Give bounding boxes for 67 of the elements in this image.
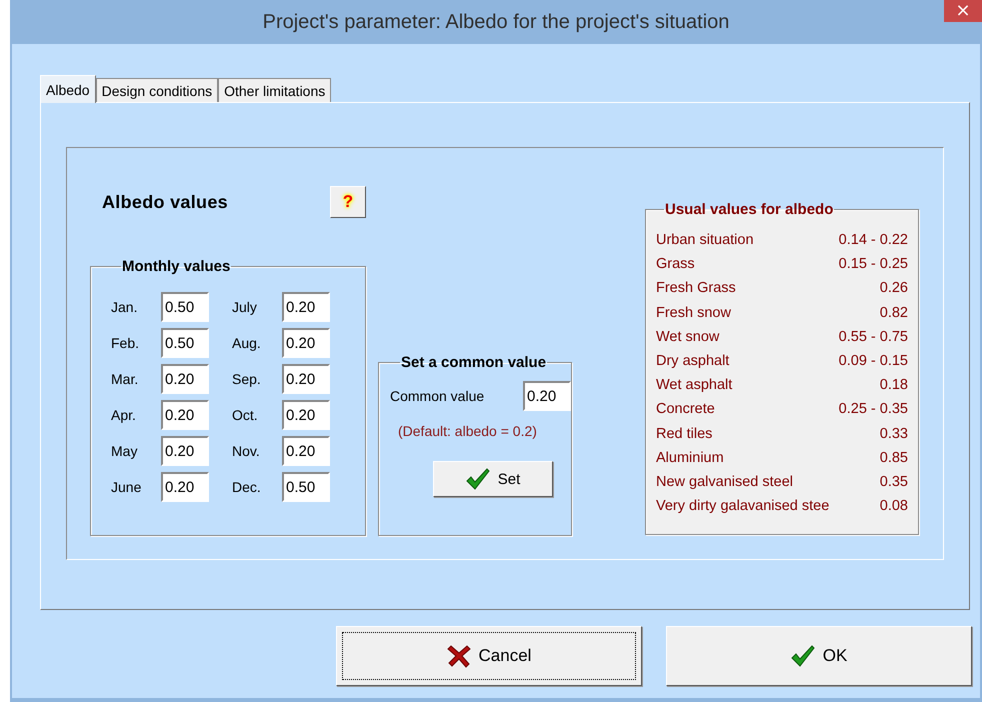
value-field[interactable]: 0.20 <box>282 400 330 430</box>
albedo-value: 0.82 <box>880 304 908 321</box>
albedo-value: 0.18 <box>880 377 908 394</box>
value-field[interactable]: 0.20 <box>161 364 209 394</box>
material-name: Concrete <box>656 401 715 418</box>
albedo-value: 0.55 - 0.75 <box>838 328 908 345</box>
close-button[interactable]: × <box>944 0 982 22</box>
tab[interactable]: Other limitations <box>218 78 332 102</box>
value-field[interactable]: 0.50 <box>161 328 209 358</box>
material-name: Dry asphalt <box>656 353 730 370</box>
albedo-value: 0.35 <box>880 474 908 490</box>
albedo-value: 0.33 <box>880 426 908 442</box>
month-label: Dec. <box>232 479 262 495</box>
help-button[interactable]: ? <box>330 186 366 218</box>
material-name: Fresh snow <box>656 304 731 321</box>
material-name: Very dirty galavanised stee <box>656 498 830 514</box>
ok-button[interactable]: OK <box>666 626 972 686</box>
material-name: Grass <box>656 256 695 272</box>
month-label: Sep. <box>232 371 262 387</box>
group-title: Set a common value <box>400 354 548 371</box>
albedo-value: 0.26 <box>880 280 908 296</box>
albedo-value: 0.15 - 0.25 <box>838 256 908 272</box>
default-note: (Default: albedo = 0.2) <box>398 423 538 439</box>
material-name: Aluminium <box>656 450 724 466</box>
month-label: Jan. <box>111 299 138 315</box>
month-label: Mar. <box>111 371 140 387</box>
group-title: Usual values for albedo <box>664 201 834 218</box>
month-label: Nov. <box>232 443 261 459</box>
tab[interactable]: Albedo <box>40 75 96 103</box>
value-field[interactable]: 0.20 <box>161 472 209 502</box>
value-field[interactable]: 0.20 <box>161 400 209 430</box>
material-name: Wet snow <box>656 328 720 345</box>
checkmark-icon <box>466 467 490 491</box>
common-value-field[interactable]: 0.20 <box>523 381 571 411</box>
value-field[interactable]: 0.20 <box>161 436 209 466</box>
albedo-value: 0.08 <box>880 498 908 514</box>
section-title: Albedo values <box>102 192 229 212</box>
checkmark-icon <box>790 644 815 668</box>
field-label: Common value <box>390 388 486 404</box>
material-name: Urban situation <box>656 232 754 248</box>
material-name: Wet asphalt <box>656 377 732 394</box>
window-title: Project's parameter: Albedo for the project's situation <box>262 10 730 34</box>
material-name: Fresh Grass <box>656 280 736 296</box>
set-button[interactable]: Set <box>433 461 553 497</box>
month-label: Apr. <box>111 407 137 423</box>
value-field[interactable]: 0.20 <box>282 292 330 322</box>
value-field[interactable]: 0.50 <box>161 292 209 322</box>
month-label: Feb. <box>111 335 140 351</box>
month-label: Oct. <box>232 407 259 423</box>
value-field[interactable]: 0.50 <box>282 472 330 502</box>
month-label: June <box>111 479 142 495</box>
group-title: Monthly values <box>121 258 232 275</box>
albedo-value: 0.14 - 0.22 <box>838 232 908 248</box>
material-name: New galvanised steel <box>656 474 794 490</box>
month-label: May <box>111 443 138 459</box>
month-label: July <box>232 299 258 315</box>
cross-icon <box>446 644 471 668</box>
material-name: Red tiles <box>656 426 712 442</box>
value-field[interactable]: 0.20 <box>282 436 330 466</box>
albedo-value: 0.25 - 0.35 <box>838 401 908 418</box>
albedo-value: 0.09 - 0.15 <box>838 353 908 370</box>
tab[interactable]: Design conditions <box>96 78 218 102</box>
value-field[interactable]: 0.20 <box>282 364 330 394</box>
month-label: Aug. <box>232 335 262 351</box>
value-field[interactable]: 0.20 <box>282 328 330 358</box>
cancel-button[interactable]: Cancel <box>336 626 642 686</box>
albedo-value: 0.85 <box>880 450 908 466</box>
